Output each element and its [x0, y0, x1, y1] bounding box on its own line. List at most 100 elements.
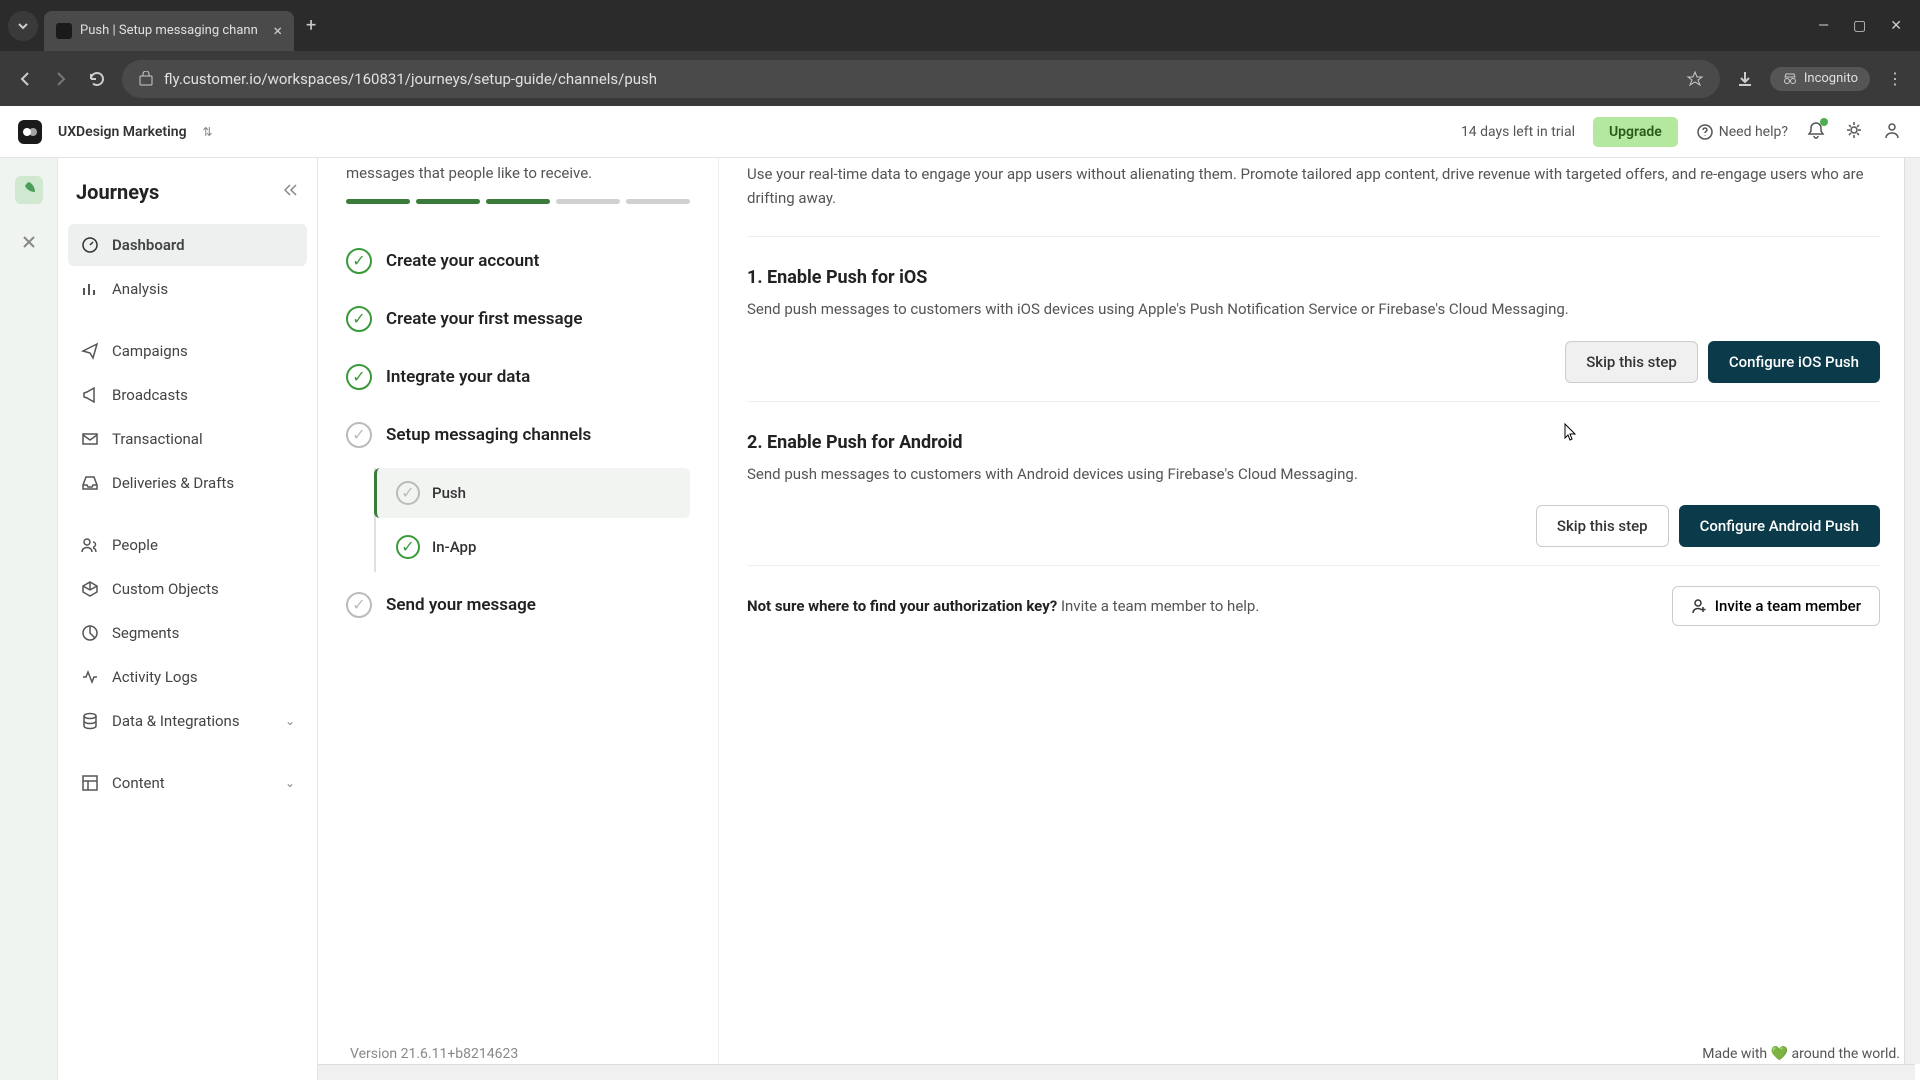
app-logo[interactable] [18, 120, 42, 144]
check-icon: ✓ [346, 592, 372, 618]
layout-icon [80, 773, 100, 793]
incognito-badge[interactable]: Incognito [1770, 67, 1870, 91]
nav-dashboard[interactable]: Dashboard [68, 224, 307, 266]
help-icon [1696, 123, 1714, 141]
forward-button[interactable] [50, 68, 72, 90]
horizontal-scrollbar[interactable] [318, 1064, 1915, 1080]
incognito-icon [1782, 71, 1798, 87]
minimize-button[interactable]: — [1818, 18, 1829, 34]
nav-campaigns[interactable]: Campaigns [68, 330, 307, 372]
database-icon [80, 711, 100, 731]
gauge-icon [80, 235, 100, 255]
app-header: UXDesign Marketing ⇅ 14 days left in tri… [0, 106, 1920, 158]
notifications-button[interactable] [1806, 120, 1826, 144]
rail-secondary[interactable] [15, 228, 43, 256]
settings-button[interactable] [1844, 120, 1864, 144]
ios-title: 1. Enable Push for iOS [747, 267, 1880, 288]
leaf-icon [19, 180, 39, 200]
vertical-scrollbar[interactable] [1904, 158, 1920, 1064]
close-window-button[interactable]: ✕ [1890, 18, 1902, 34]
tab-search-dropdown[interactable] [8, 11, 38, 41]
progress-segment [486, 199, 550, 204]
nav-deliveries[interactable]: Deliveries & Drafts [68, 462, 307, 504]
invite-team-member-button[interactable]: Invite a team member [1672, 586, 1880, 626]
downloads-icon[interactable] [1734, 68, 1756, 90]
substep-inapp[interactable]: ✓ In-App [384, 522, 690, 572]
check-icon: ✓ [346, 422, 372, 448]
logo-icon [22, 124, 38, 140]
profile-button[interactable] [1882, 120, 1902, 144]
tab-close-button[interactable]: × [273, 21, 282, 40]
inbox-icon [80, 473, 100, 493]
step-create-account[interactable]: ✓ Create your account [346, 232, 690, 290]
site-info-icon[interactable] [138, 71, 154, 87]
nav-data-integrations[interactable]: Data & Integrations ⌄ [68, 700, 307, 742]
nav-content[interactable]: Content ⌄ [68, 762, 307, 804]
reload-button[interactable] [86, 68, 108, 90]
user-plus-icon [1691, 598, 1707, 614]
new-tab-button[interactable]: + [306, 15, 316, 36]
mail-icon [80, 429, 100, 449]
setup-steps-column: messages that people like to receive. ✓ … [318, 158, 718, 1080]
invite-text: Not sure where to find your authorizatio… [747, 597, 1259, 615]
check-icon: ✓ [396, 481, 420, 505]
chevron-down-icon: ⌄ [285, 776, 295, 790]
chevron-down-icon [17, 20, 29, 32]
android-desc: Send push messages to customers with And… [747, 463, 1880, 486]
configure-ios-button[interactable]: Configure iOS Push [1708, 341, 1880, 383]
step-first-message[interactable]: ✓ Create your first message [346, 290, 690, 348]
nav-transactional[interactable]: Transactional [68, 418, 307, 460]
address-bar[interactable]: fly.customer.io/workspaces/160831/journe… [122, 60, 1720, 98]
skip-ios-button[interactable]: Skip this step [1565, 341, 1698, 383]
maximize-button[interactable]: ▢ [1853, 18, 1866, 34]
nav-segments[interactable]: Segments [68, 612, 307, 654]
gear-icon [1844, 120, 1864, 140]
check-icon: ✓ [346, 248, 372, 274]
browser-toolbar: fly.customer.io/workspaces/160831/journe… [0, 51, 1920, 106]
favicon-icon [56, 23, 72, 39]
cross-icon [19, 232, 39, 252]
detail-column: Use your real-time data to engage your a… [718, 158, 1920, 1080]
workspace-name[interactable]: UXDesign Marketing [58, 124, 187, 140]
step-send-message[interactable]: ✓ Send your message [346, 576, 690, 634]
browser-menu-button[interactable]: ⋮ [1884, 68, 1906, 90]
workspace-switcher-icon[interactable]: ⇅ [203, 125, 213, 139]
skip-android-button[interactable]: Skip this step [1536, 505, 1669, 547]
check-icon: ✓ [396, 535, 420, 559]
step-integrate-data[interactable]: ✓ Integrate your data [346, 348, 690, 406]
nav-people[interactable]: People [68, 524, 307, 566]
check-icon: ✓ [346, 364, 372, 390]
footer: Version 21.6.11+b8214623 Made with 💚 aro… [350, 1046, 1900, 1062]
back-button[interactable] [14, 68, 36, 90]
substep-push[interactable]: ✓ Push [374, 468, 690, 518]
nav-activity-logs[interactable]: Activity Logs [68, 656, 307, 698]
progress-segment [556, 199, 620, 204]
progress-segment [416, 199, 480, 204]
invite-row: Not sure where to find your authorizatio… [747, 566, 1880, 646]
trial-status: 14 days left in trial [1461, 124, 1575, 140]
progress-segment [626, 199, 690, 204]
browser-tab[interactable]: Push | Setup messaging chann × [44, 11, 294, 51]
android-title: 2. Enable Push for Android [747, 432, 1880, 453]
window-controls: — ▢ ✕ [1818, 18, 1912, 34]
url-text: fly.customer.io/workspaces/160831/journe… [164, 70, 657, 88]
rail-journeys[interactable] [15, 176, 43, 204]
help-link[interactable]: Need help? [1696, 123, 1788, 141]
ios-desc: Send push messages to customers with iOS… [747, 298, 1880, 321]
configure-android-button[interactable]: Configure Android Push [1679, 505, 1880, 547]
ios-section: 1. Enable Push for iOS Send push message… [747, 237, 1880, 402]
version-text: Version 21.6.11+b8214623 [350, 1046, 518, 1062]
check-icon: ✓ [346, 306, 372, 332]
bookmark-icon[interactable] [1686, 70, 1704, 88]
nav-broadcasts[interactable]: Broadcasts [68, 374, 307, 416]
setup-description: messages that people like to receive. [346, 162, 690, 185]
collapse-sidebar-button[interactable] [281, 181, 299, 203]
progress-bar [346, 199, 690, 204]
step-messaging-channels[interactable]: ✓ Setup messaging channels [346, 406, 690, 464]
detail-intro: Use your real-time data to engage your a… [747, 162, 1880, 237]
nav-analysis[interactable]: Analysis [68, 268, 307, 310]
upgrade-button[interactable]: Upgrade [1593, 117, 1678, 147]
nav-custom-objects[interactable]: Custom Objects [68, 568, 307, 610]
cube-icon [80, 579, 100, 599]
footer-tagline: Made with 💚 around the world. [1702, 1046, 1900, 1062]
